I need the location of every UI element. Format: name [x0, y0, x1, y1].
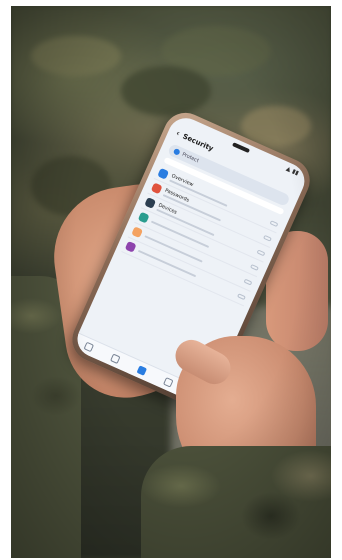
- right-sleeve: [141, 446, 331, 558]
- profile-icon[interactable]: [163, 377, 174, 388]
- camo-patch: [121, 66, 211, 116]
- list-icon[interactable]: [109, 353, 121, 364]
- list-item-button[interactable]: [263, 234, 273, 242]
- camo-patch: [31, 36, 121, 76]
- list-item-icon: [137, 211, 150, 224]
- list-item-icon: [131, 226, 144, 239]
- photo-frame: ▲ ▮▮ ‹ Security Protect Overview Passwor…: [11, 6, 331, 558]
- list-item-button[interactable]: [256, 248, 266, 256]
- list-item-button[interactable]: [243, 278, 253, 286]
- back-arrow-icon[interactable]: ‹: [175, 129, 182, 139]
- list-item-button[interactable]: [269, 219, 279, 227]
- list-item-button[interactable]: [250, 263, 260, 271]
- search-label: Protect: [181, 151, 200, 165]
- list-item-icon: [144, 197, 157, 209]
- shield-icon[interactable]: [136, 365, 148, 376]
- home-icon[interactable]: [83, 341, 94, 353]
- list-item-button[interactable]: [237, 292, 247, 300]
- list-item-icon: [150, 182, 163, 195]
- list-item-icon: [157, 167, 170, 180]
- list-item-icon: [124, 240, 137, 253]
- search-icon: [172, 147, 181, 156]
